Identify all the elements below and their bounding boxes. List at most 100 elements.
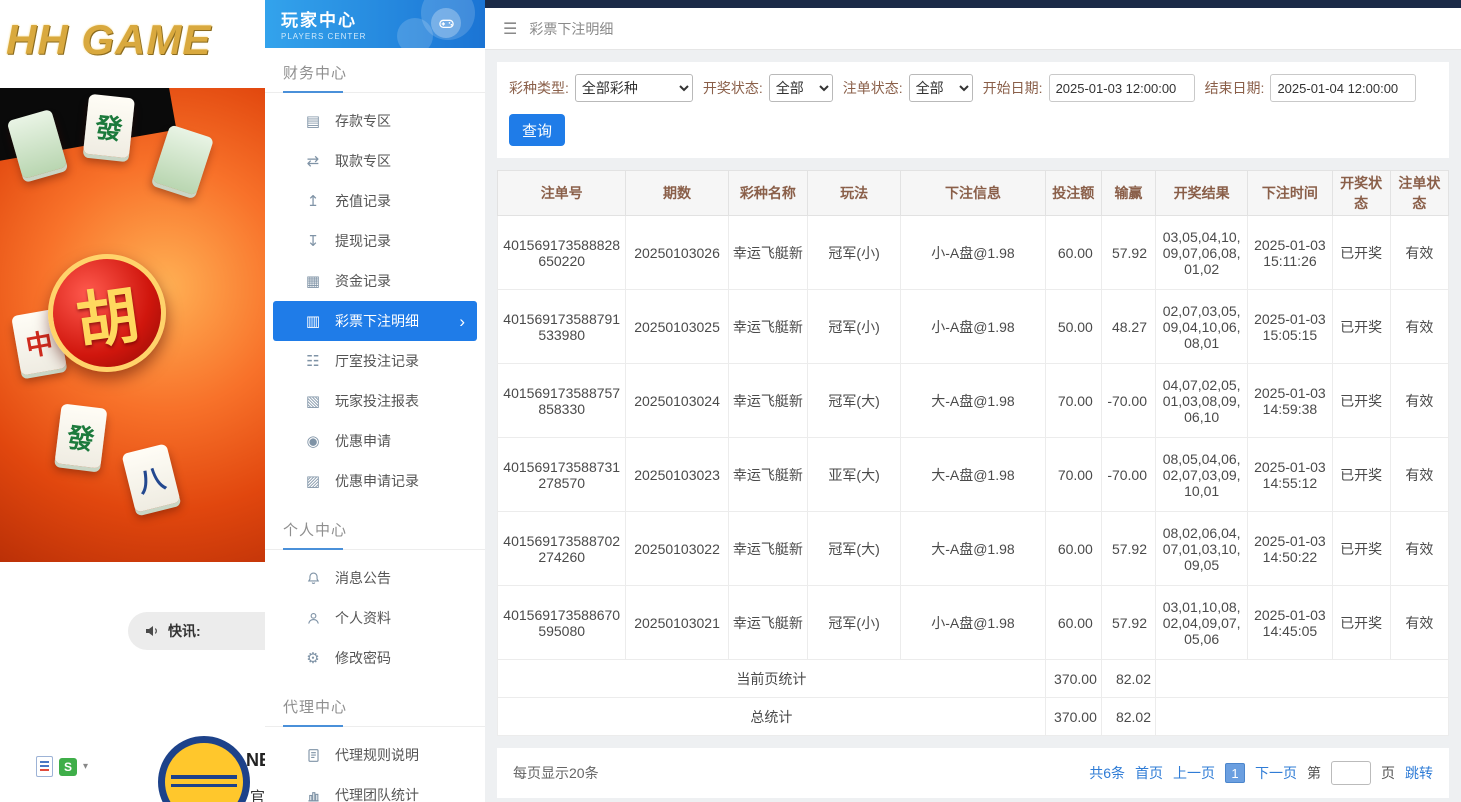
table-row: 401569173588757858330 20250103024 幸运飞艇新 … — [498, 364, 1449, 438]
mahjong-tile: 發 — [83, 94, 135, 158]
deposit-icon: ▤ — [303, 112, 323, 130]
mahjong-tile: 八 — [121, 443, 180, 512]
tile-char: 發 — [65, 415, 97, 457]
sidebar-item-promo-apply[interactable]: ◉ 优惠申请 — [265, 421, 485, 461]
page-summary-label: 当前页统计 — [498, 660, 1046, 698]
sidebar-item-promo-apply-record[interactable]: ▨ 优惠申请记录 — [265, 461, 485, 501]
jump-suffix-label: 页 — [1381, 763, 1395, 783]
sidebar-item-profile[interactable]: 个人资料 — [265, 598, 485, 638]
team-logo — [158, 736, 250, 802]
jump-prefix-label: 第 — [1307, 763, 1321, 783]
jump-button[interactable]: 跳转 — [1405, 763, 1433, 783]
document-file-icon[interactable] — [36, 756, 53, 777]
cell-bet-info: 大-A盘@1.98 — [901, 512, 1045, 586]
cell-draw-result: 03,01,10,08,02,04,09,07,05,06 — [1156, 586, 1248, 660]
sidebar-item-deposit[interactable]: ▤ 存款专区 — [265, 101, 485, 141]
sidebar-item-agent-rules[interactable]: 代理规则说明 — [265, 735, 485, 775]
cell-period: 20250103023 — [626, 438, 728, 512]
mahjong-tile — [152, 124, 214, 195]
table-row: 401569173588731278570 20250103023 幸运飞艇新 … — [498, 438, 1449, 512]
current-page[interactable]: 1 — [1225, 763, 1245, 783]
query-button[interactable]: 查询 — [509, 114, 565, 146]
promo-record-icon: ▨ — [303, 472, 323, 490]
first-page-link[interactable]: 首页 — [1135, 763, 1163, 783]
cell-win-loss: -70.00 — [1101, 438, 1155, 512]
sidebar-item-label: 资金记录 — [335, 271, 391, 291]
cell-draw-status: 已开奖 — [1332, 290, 1390, 364]
cell-draw-result: 08,05,04,06,02,07,03,09,10,01 — [1156, 438, 1248, 512]
cell-bet-info: 小-A盘@1.98 — [901, 290, 1045, 364]
start-date-label: 开始日期: — [983, 78, 1043, 98]
cell-win-loss: 57.92 — [1101, 512, 1155, 586]
chat-app-icon[interactable]: S — [59, 758, 77, 776]
cell-bet-time: 2025-01-03 14:55:12 — [1248, 438, 1332, 512]
team-logo-bridge — [171, 775, 237, 787]
caret-icon[interactable]: ▾ — [83, 761, 88, 772]
table-row: 401569173588828650220 20250103026 幸运飞艇新 … — [498, 216, 1449, 290]
start-date-input[interactable] — [1049, 74, 1195, 102]
cell-play: 冠军(小) — [807, 216, 900, 290]
cell-bet-status: 有效 — [1390, 216, 1448, 290]
menu-icon[interactable]: ☰ — [503, 19, 517, 39]
sidebar-item-hall-bet-record[interactable]: ☷ 厅室投注记录 — [265, 341, 485, 381]
gear-icon: ⚙ — [303, 649, 323, 667]
cell-draw-result: 04,07,02,05,01,03,08,09,06,10 — [1156, 364, 1248, 438]
section-title-finance: 财务中心 — [265, 48, 485, 93]
cell-draw-status: 已开奖 — [1332, 512, 1390, 586]
cell-bet-time: 2025-01-03 14:59:38 — [1248, 364, 1332, 438]
funds-record-icon: ▦ — [303, 272, 323, 290]
sidebar-item-player-report[interactable]: ▧ 玩家投注报表 — [265, 381, 485, 421]
cell-lottery-name: 幸运飞艇新 — [728, 512, 807, 586]
sidebar-item-label: 提现记录 — [335, 231, 391, 251]
cell-play: 冠军(大) — [807, 512, 900, 586]
pagination-controls: 共6条 首页 上一页 1 下一页 第 页 跳转 — [1089, 761, 1433, 785]
personal-menu: 消息公告 个人资料 ⚙ 修改密码 — [265, 550, 485, 682]
sidebar-item-funds-record[interactable]: ▦ 资金记录 — [265, 261, 485, 301]
col-win-loss: 输赢 — [1101, 171, 1155, 216]
page-jump-input[interactable] — [1331, 761, 1371, 785]
col-bet-no: 注单号 — [498, 171, 626, 216]
col-period: 期数 — [626, 171, 728, 216]
bet-status-label: 注单状态: — [843, 78, 903, 98]
end-date-label: 结束日期: — [1205, 78, 1265, 98]
recharge-record-icon: ↥ — [303, 192, 323, 210]
sidebar-item-label: 玩家投注报表 — [335, 391, 419, 411]
sidebar-item-lottery-bet-detail[interactable]: ▥ 彩票下注明细 › — [273, 301, 477, 341]
page-summary-row: 当前页统计 370.00 82.02 — [498, 660, 1449, 698]
cell-period: 20250103021 — [626, 586, 728, 660]
cell-bet-no: 401569173588702274260 — [498, 512, 626, 586]
page-title: 彩票下注明细 — [529, 19, 613, 39]
end-date-input[interactable] — [1270, 74, 1416, 102]
cell-bet-no: 401569173588828650220 — [498, 216, 626, 290]
cell-win-loss: 48.27 — [1101, 290, 1155, 364]
cell-bet-amount: 60.00 — [1045, 512, 1101, 586]
sidebar-item-messages[interactable]: 消息公告 — [265, 558, 485, 598]
cell-period: 20250103024 — [626, 364, 728, 438]
cell-draw-status: 已开奖 — [1332, 586, 1390, 660]
sidebar-item-recharge-record[interactable]: ↥ 充值记录 — [265, 181, 485, 221]
player-report-icon: ▧ — [303, 392, 323, 410]
cell-draw-result: 03,05,04,10,09,07,06,08,01,02 — [1156, 216, 1248, 290]
lottery-type-select[interactable]: 全部彩种 — [575, 74, 693, 102]
cell-bet-amount: 70.00 — [1045, 364, 1101, 438]
draw-status-select[interactable]: 全部 — [769, 74, 833, 102]
cell-win-loss: -70.00 — [1101, 364, 1155, 438]
top-strip — [485, 0, 1461, 8]
bets-table: 注单号 期数 彩种名称 玩法 下注信息 投注额 输赢 开奖结果 下注时间 开奖状… — [497, 170, 1449, 736]
sidebar-item-label: 代理规则说明 — [335, 745, 419, 765]
prev-page-link[interactable]: 上一页 — [1173, 763, 1215, 783]
partial-text: NE — [246, 750, 265, 771]
bet-status-select[interactable]: 全部 — [909, 74, 973, 102]
cell-bet-amount: 60.00 — [1045, 216, 1101, 290]
filter-panel: 彩种类型: 全部彩种 开奖状态: 全部 注单状态: 全部 开始日期: 结束日期:… — [497, 62, 1449, 158]
sidebar-item-withdrawal-record[interactable]: ↧ 提现记录 — [265, 221, 485, 261]
sidebar-item-withdraw[interactable]: ⇄ 取款专区 — [265, 141, 485, 181]
sidebar-item-change-password[interactable]: ⚙ 修改密码 — [265, 638, 485, 678]
cell-draw-result: 02,07,03,05,09,04,10,06,08,01 — [1156, 290, 1248, 364]
cell-play: 亚军(大) — [807, 438, 900, 512]
tile-char: 八 — [133, 456, 169, 500]
hu-char: 胡 — [70, 264, 144, 362]
next-page-link[interactable]: 下一页 — [1255, 763, 1297, 783]
sidebar-item-agent-team-stats[interactable]: 代理团队统计 — [265, 775, 485, 802]
ticker-label: 快讯: — [168, 621, 201, 641]
